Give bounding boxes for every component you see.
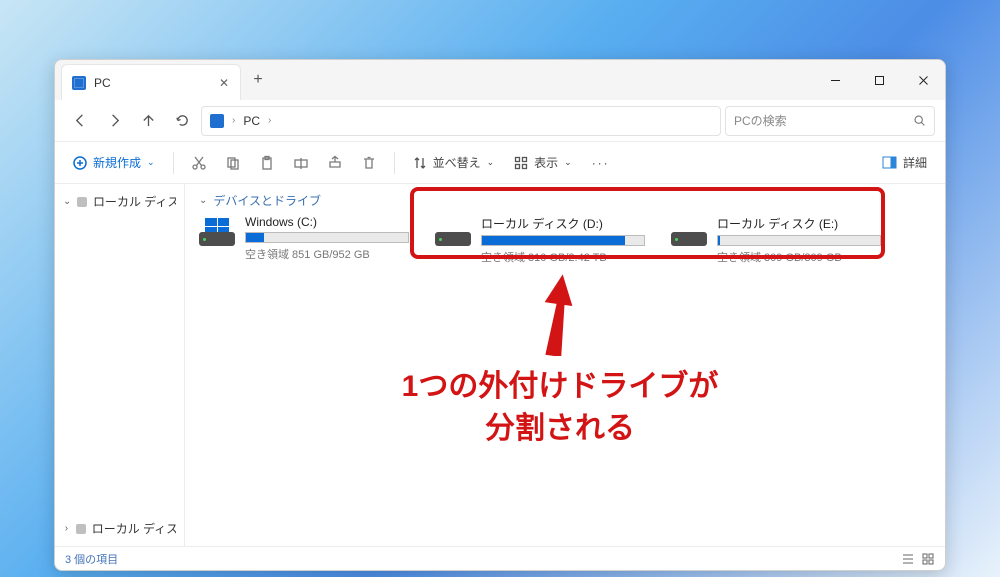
sidebar: ⌄ ローカル ディスク (C:) › ローカル ディスク (E:) [55, 184, 185, 546]
rename-button[interactable] [286, 148, 316, 178]
statusbar: 3 個の項目 [55, 546, 945, 570]
chevron-right-icon: › [268, 115, 271, 126]
tab-title: PC [94, 76, 218, 90]
drive-item-d[interactable]: ローカル ディスク (D:) 空き領域 310 GB/2.42 TB [435, 215, 645, 265]
breadcrumb-item[interactable]: PC [243, 114, 260, 128]
share-button[interactable] [320, 148, 350, 178]
search-placeholder: PCの検索 [734, 112, 913, 129]
usage-bar [717, 235, 881, 246]
explorer-window: PC ✕ + › PC › PCの検索 新規作成 ⌄ [54, 59, 946, 571]
back-button[interactable] [65, 106, 95, 136]
refresh-button[interactable] [167, 106, 197, 136]
icons-view-button[interactable] [921, 552, 935, 566]
maximize-button[interactable] [857, 60, 901, 100]
usage-bar [245, 232, 409, 243]
drive-item-e[interactable]: ローカル ディスク (E:) 空き領域 309 GB/309 GB [671, 215, 881, 265]
chevron-down-icon: ⌄ [147, 157, 155, 168]
main-area[interactable]: ⌄ デバイスとドライブ Windows (C:) 空き領域 851 GB/952… [185, 184, 945, 546]
drive-item-c[interactable]: Windows (C:) 空き領域 851 GB/952 GB [199, 215, 409, 265]
caret-right-icon: › [63, 523, 70, 534]
group-header[interactable]: ⌄ デバイスとドライブ [199, 192, 931, 209]
cut-button[interactable] [184, 148, 214, 178]
view-button[interactable]: 表示 ⌄ [506, 150, 580, 175]
body: ⌄ ローカル ディスク (C:) › ローカル ディスク (E:) ⌄ デバイス… [55, 184, 945, 546]
navbar: › PC › PCの検索 [55, 100, 945, 142]
chevron-down-icon: ⌄ [564, 157, 572, 168]
details-view-button[interactable] [901, 552, 915, 566]
new-button[interactable]: 新規作成 ⌄ [65, 150, 163, 175]
usage-bar [481, 235, 645, 246]
window-controls [813, 60, 945, 100]
search-icon [913, 114, 926, 127]
minimize-button[interactable] [813, 60, 857, 100]
breadcrumb[interactable]: › PC › [201, 106, 721, 136]
tab-close-button[interactable]: ✕ [218, 77, 230, 89]
active-tab[interactable]: PC ✕ [61, 64, 241, 100]
pc-icon [210, 114, 224, 128]
annotation-text: 1つの外付けドライブが 分割される [340, 366, 780, 450]
sort-button[interactable]: 並べ替え ⌄ [405, 150, 503, 175]
pc-icon [72, 76, 86, 90]
windows-drive-icon [199, 218, 235, 246]
drive-icon [435, 218, 471, 246]
details-pane-button[interactable]: 詳細 [874, 150, 935, 175]
close-button[interactable] [901, 60, 945, 100]
toolbar: 新規作成 ⌄ 並べ替え ⌄ 表示 ⌄ ··· 詳細 [55, 142, 945, 184]
delete-button[interactable] [354, 148, 384, 178]
more-button[interactable]: ··· [584, 152, 618, 174]
drive-icon [76, 524, 86, 534]
up-button[interactable] [133, 106, 163, 136]
sidebar-item-drive-e[interactable]: › ローカル ディスク (E:) [59, 517, 180, 540]
paste-button[interactable] [252, 148, 282, 178]
sidebar-item-drive-c[interactable]: ⌄ ローカル ディスク (C:) [59, 190, 180, 213]
drive-icon [671, 218, 707, 246]
annotation-arrow [537, 274, 577, 356]
chevron-right-icon: › [232, 115, 235, 126]
drive-icon [77, 197, 87, 207]
copy-button[interactable] [218, 148, 248, 178]
forward-button[interactable] [99, 106, 129, 136]
item-count: 3 個の項目 [65, 551, 118, 567]
chevron-down-icon: ⌄ [487, 157, 495, 168]
caret-down-icon: ⌄ [199, 195, 207, 206]
search-input[interactable]: PCの検索 [725, 106, 935, 136]
drive-grid: Windows (C:) 空き領域 851 GB/952 GB ローカル ディス… [199, 215, 931, 265]
titlebar: PC ✕ + [55, 60, 945, 100]
new-tab-button[interactable]: + [241, 60, 275, 100]
caret-down-icon: ⌄ [63, 196, 71, 207]
